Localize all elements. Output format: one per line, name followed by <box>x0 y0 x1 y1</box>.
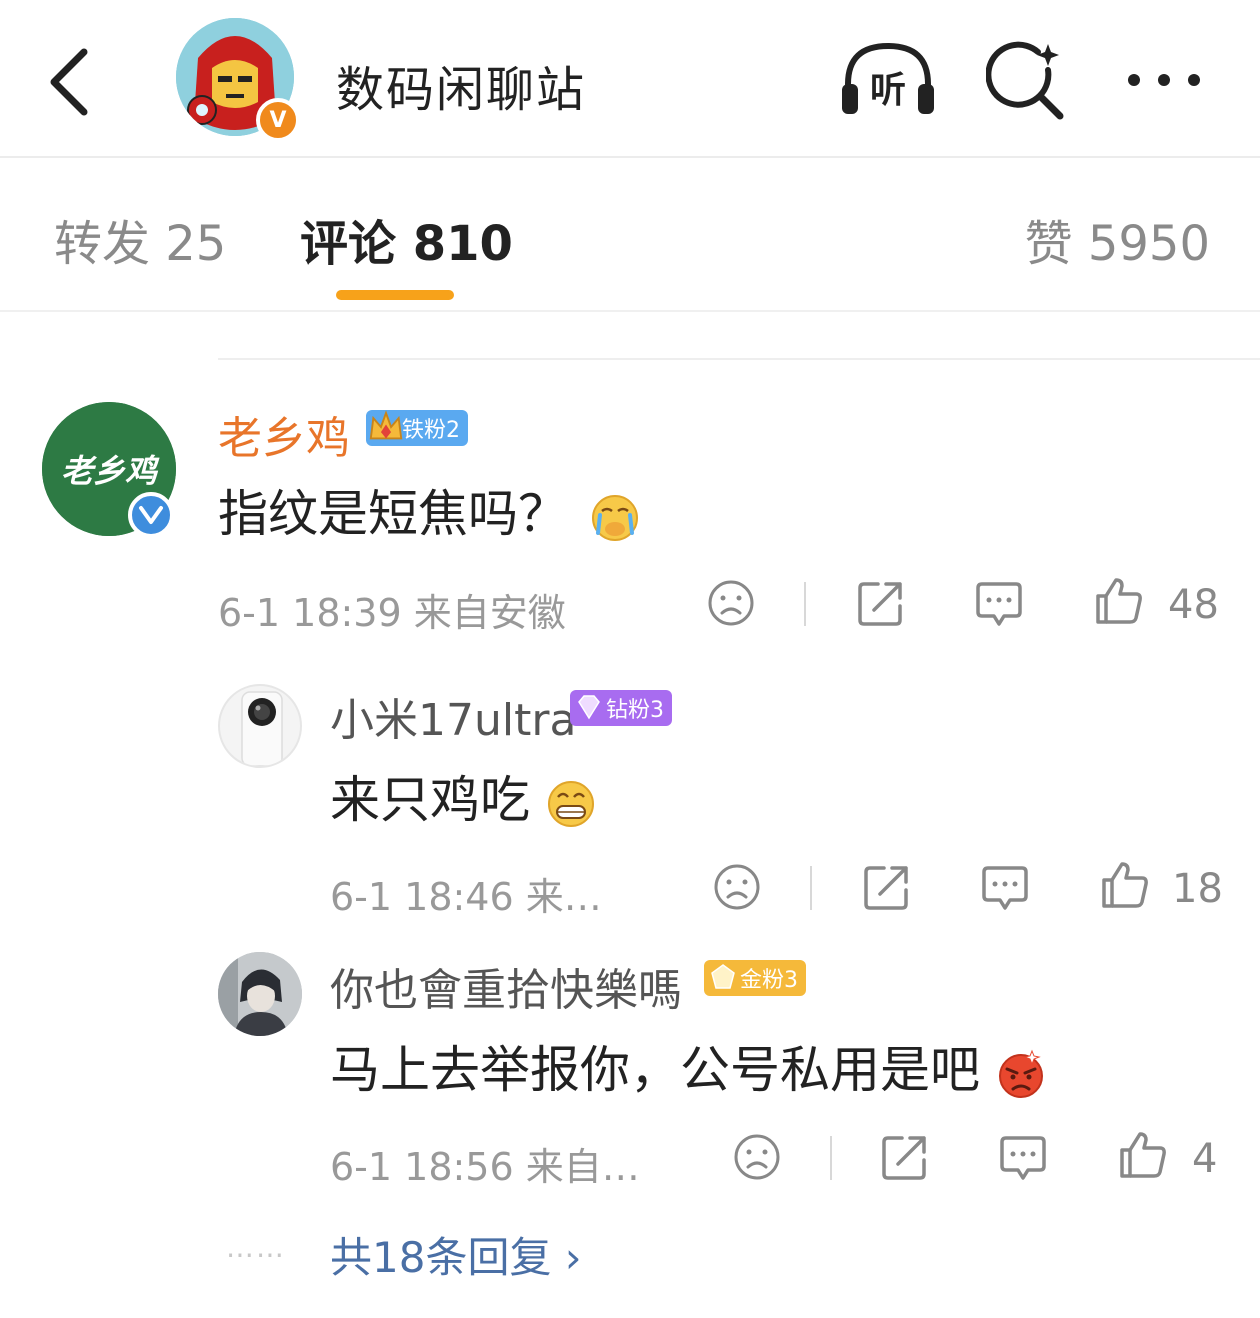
username[interactable]: 你也會重拾快樂嗎 <box>330 954 682 1018</box>
comment-text: 来只鸡吃 <box>330 760 596 832</box>
active-tab-indicator <box>336 290 454 300</box>
reply-button[interactable] <box>998 1132 1048 1186</box>
share-icon <box>864 866 908 910</box>
like-count: 18 <box>1172 866 1223 912</box>
action-divider <box>804 582 806 626</box>
headphones-icon: 听 <box>842 42 934 114</box>
comment-meta: 6-1 18:39 来自安徽 <box>218 591 566 635</box>
action-divider <box>810 866 812 910</box>
avatar[interactable] <box>218 952 302 1036</box>
thumbs-up-icon <box>1102 862 1148 908</box>
fan-badge-diamond[interactable]: 钻粉3 <box>570 690 672 726</box>
fan-badge-label: 金粉3 <box>740 968 798 993</box>
avatar[interactable] <box>218 684 302 768</box>
comment-bubble-icon <box>1000 1136 1046 1180</box>
more-button[interactable] <box>1122 58 1206 102</box>
gold-gem-icon <box>711 964 735 989</box>
view-more-replies-link[interactable]: 共18条回复 › <box>330 1224 582 1285</box>
share-icon <box>858 582 902 626</box>
thread-dots: ⋯⋯ <box>226 1238 286 1271</box>
reply-button[interactable] <box>974 578 1024 632</box>
search-sparkle-icon <box>985 41 1064 120</box>
crown-icon <box>369 410 403 440</box>
dislike-face-icon <box>708 580 754 626</box>
fan-badge-label: 钻粉3 <box>606 698 664 723</box>
comment-body: 来只鸡吃 <box>330 771 530 829</box>
comment-bubble-icon <box>982 866 1028 910</box>
like-count: 4 <box>1192 1136 1218 1182</box>
listen-label: 听 <box>870 70 906 111</box>
crying-emoji-icon <box>591 494 638 541</box>
reply-button[interactable] <box>980 862 1030 916</box>
grin-emoji-icon <box>547 780 594 827</box>
like-button[interactable] <box>1100 860 1150 914</box>
fan-badge-label: 铁粉2 <box>402 418 460 443</box>
tab-comment[interactable]: 评论 810 <box>300 204 513 274</box>
comment-body: 马上去举报你，公号私用是吧 <box>330 1041 980 1099</box>
comment-text: 马上去举报你，公号私用是吧 <box>330 1030 1046 1102</box>
username[interactable]: 小米17ultra <box>330 684 576 748</box>
listen-button[interactable]: 听 <box>838 40 938 120</box>
avatar[interactable]: 老乡鸡 <box>42 402 176 538</box>
action-divider <box>830 1136 832 1180</box>
dislike-face-icon <box>714 864 760 910</box>
page-title: 数码闲聊站 <box>336 62 587 118</box>
back-button[interactable] <box>36 40 106 120</box>
like-button[interactable] <box>1094 576 1144 630</box>
dislike-face-icon <box>734 1134 780 1180</box>
dislike-button[interactable] <box>732 1132 782 1186</box>
verified-badge: V <box>256 98 300 142</box>
thumbs-up-icon <box>1120 1132 1166 1178</box>
top-bar: V 数码闲聊站 听 <box>0 0 1260 158</box>
like-button[interactable] <box>1118 1130 1168 1184</box>
phone-avatar-icon <box>241 691 283 766</box>
account-avatar[interactable]: V <box>176 18 300 142</box>
share-icon <box>882 1136 926 1180</box>
angry-emoji-icon <box>998 1049 1043 1098</box>
tab-like[interactable]: 赞 5950 <box>1025 204 1210 274</box>
tab-repost[interactable]: 转发 25 <box>54 204 226 274</box>
diamond-icon <box>578 695 600 720</box>
dislike-button[interactable] <box>712 862 762 916</box>
more-dots-icon <box>1128 74 1200 86</box>
share-button[interactable] <box>856 578 906 632</box>
comment-meta: 6-1 18:56 来自… <box>330 1145 640 1189</box>
divider <box>218 358 1260 360</box>
back-arrow-icon <box>50 48 88 116</box>
username[interactable]: 老乡鸡 <box>218 402 350 466</box>
verified-badge <box>128 492 174 538</box>
thumbs-up-icon <box>1096 578 1142 624</box>
comment-bubble-icon <box>976 582 1022 626</box>
fan-badge-gold[interactable]: 金粉3 <box>704 960 806 996</box>
tab-bar: 转发 25 评论 810 赞 5950 <box>0 160 1260 312</box>
comment-meta: 6-1 18:46 来… <box>330 875 602 919</box>
like-count: 48 <box>1168 582 1219 628</box>
search-button[interactable] <box>985 40 1070 124</box>
anime-avatar-icon <box>218 952 302 1036</box>
share-button[interactable] <box>880 1132 930 1186</box>
dislike-button[interactable] <box>706 578 756 632</box>
comment-body: 指纹是短焦吗？ <box>218 485 568 543</box>
comment-text: 指纹是短焦吗？ <box>218 474 640 546</box>
verified-v-icon <box>139 506 163 524</box>
share-button[interactable] <box>862 862 912 916</box>
fan-badge-iron[interactable]: 铁粉2 <box>366 410 468 446</box>
